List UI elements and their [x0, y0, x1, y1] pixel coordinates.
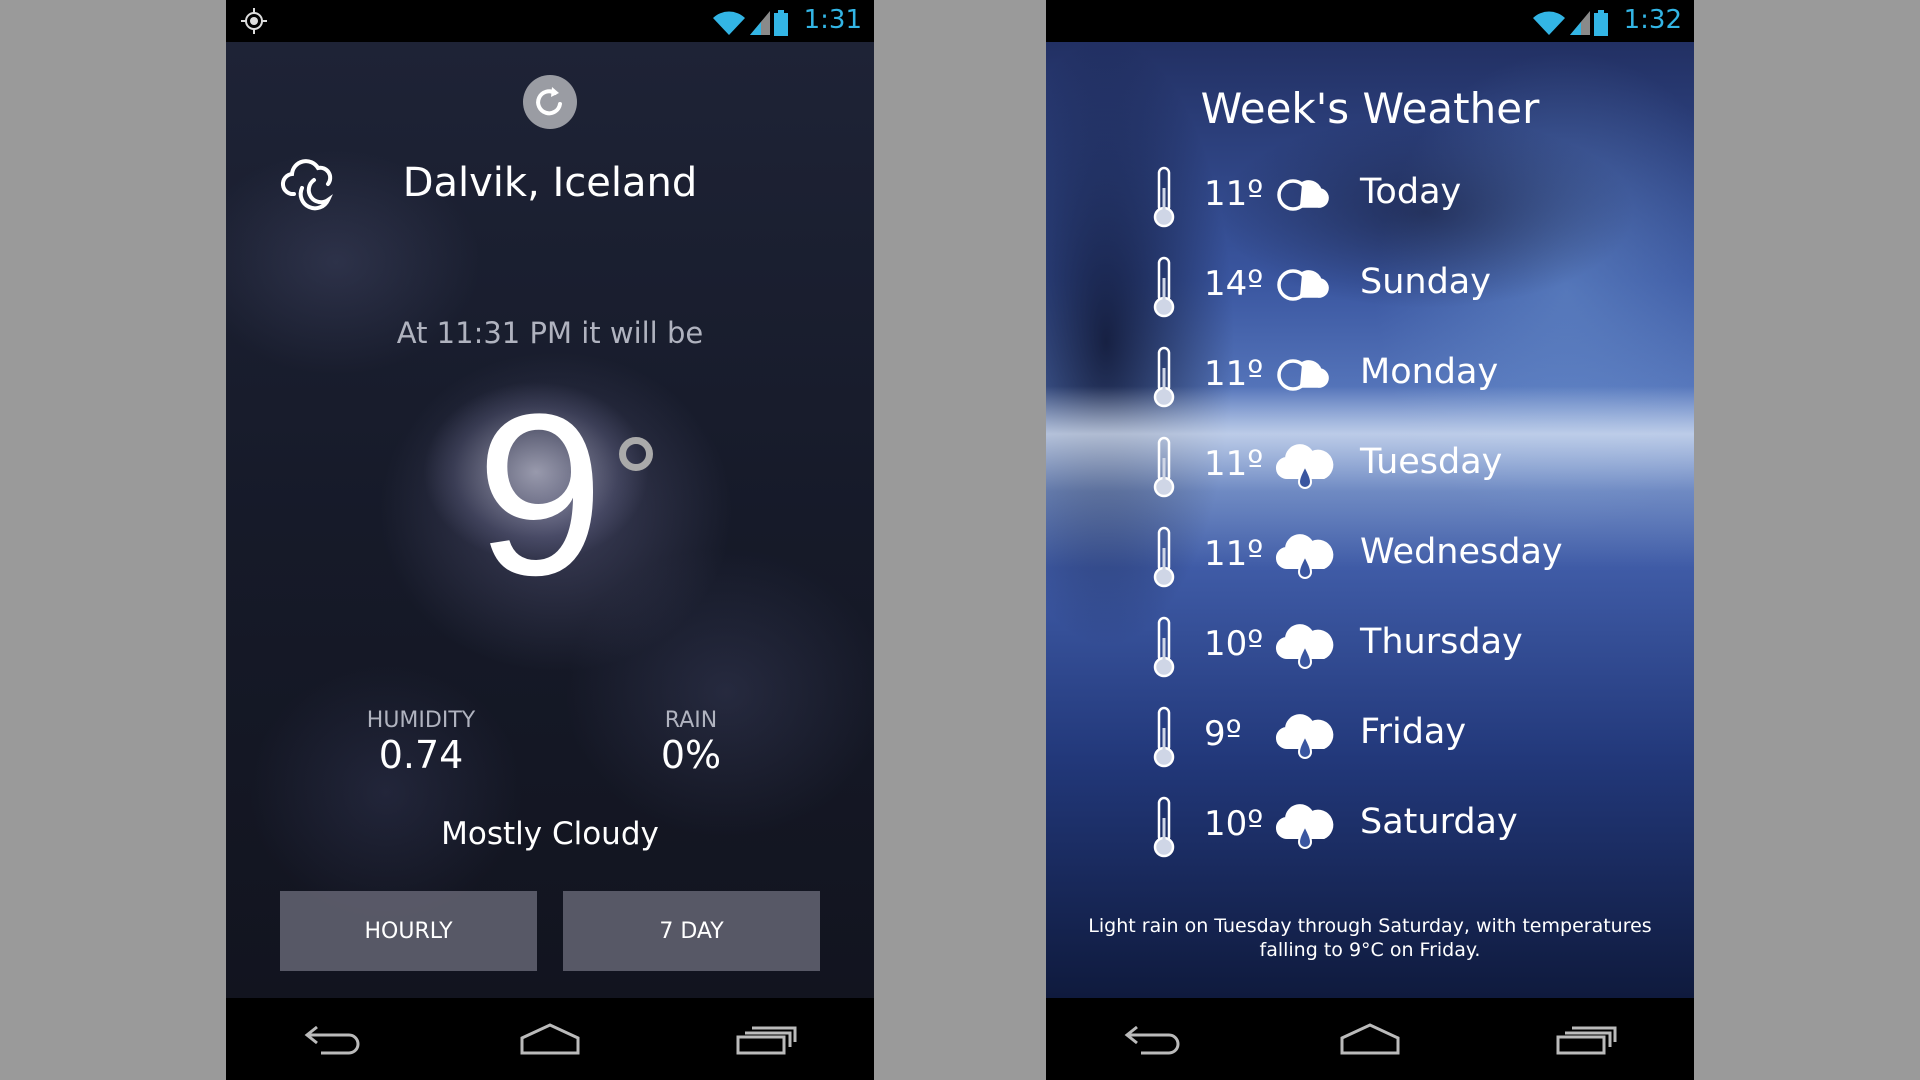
- hourly-button[interactable]: HOURLY: [280, 891, 537, 971]
- humidity-label: HUMIDITY: [366, 708, 476, 733]
- day-temperature: 9º: [1204, 714, 1242, 754]
- thermometer-icon: [1152, 706, 1176, 772]
- rain-cloud-icon: [1274, 712, 1336, 768]
- thermometer-icon: [1152, 346, 1176, 412]
- humidity-stat: HUMIDITY 0.74: [346, 708, 496, 777]
- wifi-icon: [713, 11, 745, 35]
- navigation-bar: [1046, 998, 1694, 1080]
- day-temperature: 10º: [1204, 624, 1264, 664]
- gps-icon: [241, 8, 267, 34]
- forecast-row: 11º Monday: [1046, 340, 1694, 410]
- wifi-icon: [1533, 11, 1565, 35]
- degree-symbol: [619, 437, 653, 471]
- thermometer-icon: [1152, 166, 1176, 232]
- recent-apps-button[interactable]: [726, 1014, 806, 1064]
- current-temperature: 9: [476, 366, 604, 623]
- day-name: Wednesday: [1360, 532, 1563, 572]
- recent-apps-button[interactable]: [1546, 1014, 1626, 1064]
- signal-icon: [750, 11, 770, 35]
- day-temperature: 11º: [1204, 354, 1264, 394]
- day-name: Thursday: [1360, 622, 1523, 662]
- rain-stat: RAIN 0%: [626, 708, 756, 777]
- forecast-row: 14º Sunday: [1046, 250, 1694, 320]
- phone-screen-current: 1:31 Dalvik, Iceland At 11:31 PM it will…: [226, 0, 874, 1080]
- condition-text: Mostly Cloudy: [441, 816, 659, 852]
- home-button[interactable]: [510, 1014, 590, 1064]
- rain-label: RAIN: [664, 708, 718, 733]
- battery-icon: [774, 10, 788, 36]
- status-time: 1:32: [1623, 5, 1682, 35]
- status-time: 1:31: [803, 5, 862, 35]
- back-icon: [304, 1025, 360, 1055]
- home-icon: [520, 1023, 580, 1055]
- day-temperature: 11º: [1204, 534, 1264, 574]
- rain-cloud-icon: [1274, 532, 1336, 588]
- rain-cloud-icon: [1274, 622, 1336, 678]
- day-name: Tuesday: [1360, 442, 1503, 482]
- recent-apps-icon: [1556, 1026, 1617, 1055]
- seven-day-button[interactable]: 7 DAY: [563, 891, 820, 971]
- thermometer-icon: [1152, 796, 1176, 862]
- day-temperature: 14º: [1204, 264, 1264, 304]
- phone-screen-week: 1:32 Week's Weather 11º Today 14º Sunday 11º…: [1046, 0, 1694, 1080]
- refresh-icon: [523, 75, 577, 129]
- day-temperature: 11º: [1204, 174, 1264, 214]
- forecast-summary: Light rain on Tuesday through Saturday, …: [1088, 915, 1652, 961]
- week-weather-title: Week's Weather: [1200, 84, 1540, 133]
- forecast-row: 10º Thursday: [1046, 610, 1694, 680]
- forecast-row: 11º Wednesday: [1046, 520, 1694, 590]
- thermometer-icon: [1152, 526, 1176, 592]
- day-temperature: 10º: [1204, 804, 1264, 844]
- thermometer-icon: [1152, 436, 1176, 502]
- rain-cloud-icon: [1274, 442, 1336, 498]
- battery-icon: [1594, 10, 1608, 36]
- day-name: Monday: [1360, 352, 1499, 392]
- forecast-row: 11º Tuesday: [1046, 430, 1694, 500]
- rain-value: 0%: [660, 733, 722, 777]
- forecast-row: 11º Today: [1046, 160, 1694, 230]
- partly-cloudy-icon: [1274, 262, 1332, 312]
- signal-icon: [1570, 11, 1590, 35]
- day-name: Today: [1360, 172, 1462, 212]
- day-name: Sunday: [1360, 262, 1491, 302]
- rain-cloud-icon: [1274, 802, 1336, 858]
- forecast-row: 10º Saturday: [1046, 790, 1694, 860]
- back-icon: [1124, 1025, 1180, 1055]
- location-title: Dalvik, Iceland: [402, 160, 698, 206]
- back-button[interactable]: [1114, 1014, 1194, 1064]
- navigation-bar: [226, 998, 874, 1080]
- thermometer-icon: [1152, 616, 1176, 682]
- home-icon: [1340, 1023, 1400, 1055]
- refresh-button[interactable]: [522, 74, 578, 134]
- forecast-row: 9º Friday: [1046, 700, 1694, 770]
- status-bar: 1:32: [1046, 0, 1694, 42]
- status-bar: 1:31: [226, 0, 874, 42]
- home-button[interactable]: [1330, 1014, 1410, 1064]
- partly-cloudy-icon: [1274, 172, 1332, 222]
- day-temperature: 11º: [1204, 444, 1264, 484]
- day-name: Saturday: [1360, 802, 1518, 842]
- day-name: Friday: [1360, 712, 1467, 752]
- humidity-value: 0.74: [378, 733, 464, 777]
- back-button[interactable]: [294, 1014, 374, 1064]
- thermometer-icon: [1152, 256, 1176, 322]
- recent-apps-icon: [736, 1026, 797, 1055]
- partly-cloudy-icon: [1274, 352, 1332, 402]
- forecast-time-text: At 11:31 PM it will be: [396, 316, 704, 350]
